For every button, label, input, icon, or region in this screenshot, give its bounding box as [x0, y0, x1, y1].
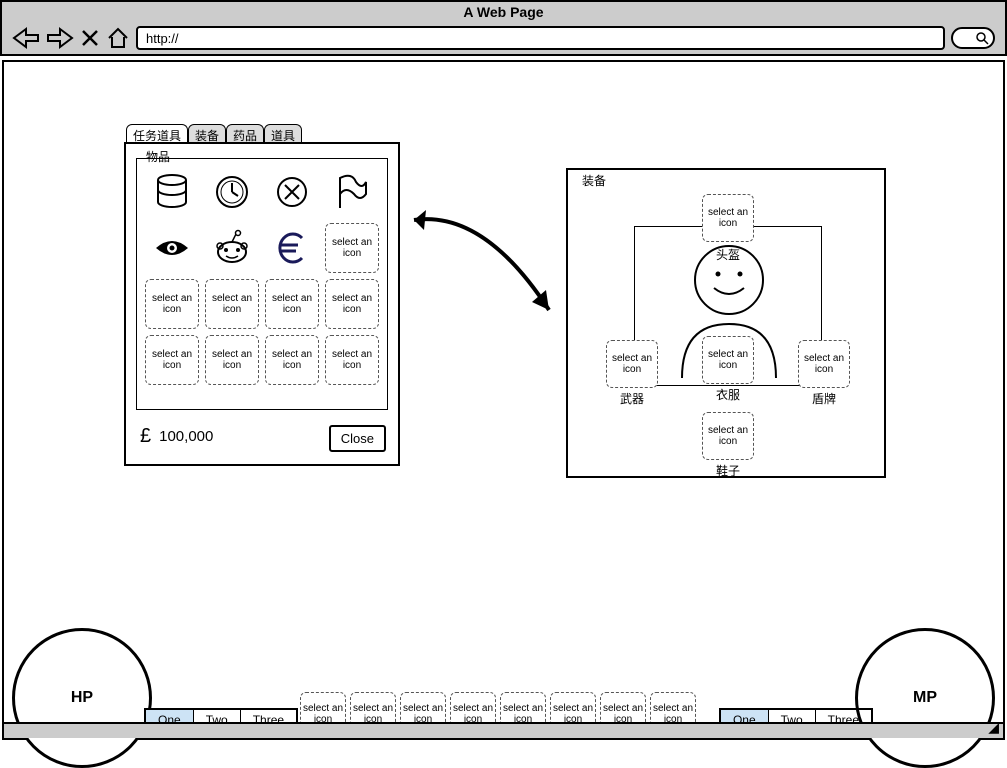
slot-helmet[interactable]: select an icon	[702, 194, 754, 242]
item-slot-9[interactable]: select an icon	[145, 279, 199, 329]
slot-armor[interactable]: select an icon	[702, 336, 754, 384]
slot-boots[interactable]: select an icon	[702, 412, 754, 460]
x-circle-icon	[272, 172, 312, 212]
item-slot-15[interactable]: select an icon	[265, 335, 319, 385]
reddit-icon	[212, 228, 252, 268]
equipment-panel: 装备 select an icon 头盔 select an icon 武器 s…	[566, 168, 886, 478]
item-grid: select an icon select an icon select an …	[137, 159, 387, 393]
browser-toolbar	[2, 22, 1005, 54]
page-canvas: 任务道具 装备 药品 道具 物品 select an icon select a…	[2, 60, 1005, 740]
flag-icon	[332, 172, 372, 212]
slot-shield-label: 盾牌	[798, 390, 850, 407]
currency-symbol: £	[140, 425, 151, 448]
browser-chrome: A Web Page	[0, 0, 1007, 56]
item-slot-2[interactable]	[205, 167, 259, 217]
slot-weapon[interactable]: select an icon	[606, 340, 658, 388]
hp-label: HP	[71, 689, 93, 707]
inventory-inner: select an icon select an icon select an …	[136, 158, 388, 410]
resize-grip-icon[interactable]: ◢	[988, 719, 999, 736]
item-slot-7[interactable]	[265, 223, 319, 273]
search-icon	[975, 31, 989, 45]
database-icon	[152, 172, 192, 212]
window-title: A Web Page	[2, 2, 1005, 22]
back-arrow-icon[interactable]	[12, 27, 40, 49]
mp-orb: MP	[855, 628, 995, 768]
hp-orb: HP	[12, 628, 152, 768]
search-lozenge[interactable]	[951, 27, 995, 49]
slot-helmet-label: 头盔	[702, 246, 754, 263]
item-slot-8[interactable]: select an icon	[325, 223, 379, 273]
home-icon[interactable]	[106, 27, 130, 49]
currency-amount: 100,000	[159, 428, 213, 445]
equipment-legend: 装备	[578, 172, 610, 189]
slot-shield[interactable]: select an icon	[798, 340, 850, 388]
item-slot-12[interactable]: select an icon	[325, 279, 379, 329]
clock-icon	[212, 172, 252, 212]
item-slot-4[interactable]	[325, 167, 379, 217]
eye-icon	[152, 228, 192, 268]
currency-row: £ 100,000	[140, 425, 213, 448]
status-bar: ◢	[4, 722, 1003, 738]
item-slot-14[interactable]: select an icon	[205, 335, 259, 385]
equipment-body: select an icon 头盔 select an icon 武器 sele…	[568, 190, 884, 476]
stop-x-icon[interactable]	[80, 28, 100, 48]
slot-boots-label: 鞋子	[702, 462, 754, 479]
euro-icon	[272, 228, 312, 268]
item-slot-1[interactable]	[145, 167, 199, 217]
slot-weapon-label: 武器	[606, 390, 658, 407]
forward-arrow-icon[interactable]	[46, 27, 74, 49]
close-button[interactable]: Close	[329, 425, 386, 452]
slot-armor-label: 衣服	[702, 386, 754, 403]
item-slot-11[interactable]: select an icon	[265, 279, 319, 329]
item-slot-13[interactable]: select an icon	[145, 335, 199, 385]
url-input[interactable]	[136, 26, 945, 50]
item-slot-6[interactable]	[205, 223, 259, 273]
item-slot-10[interactable]: select an icon	[205, 279, 259, 329]
inventory-panel: 物品 select an icon select an icon select …	[124, 142, 400, 466]
item-slot-5[interactable]	[145, 223, 199, 273]
connector-arrow-icon	[404, 200, 564, 330]
item-slot-16[interactable]: select an icon	[325, 335, 379, 385]
item-slot-3[interactable]	[265, 167, 319, 217]
mp-label: MP	[913, 689, 937, 707]
